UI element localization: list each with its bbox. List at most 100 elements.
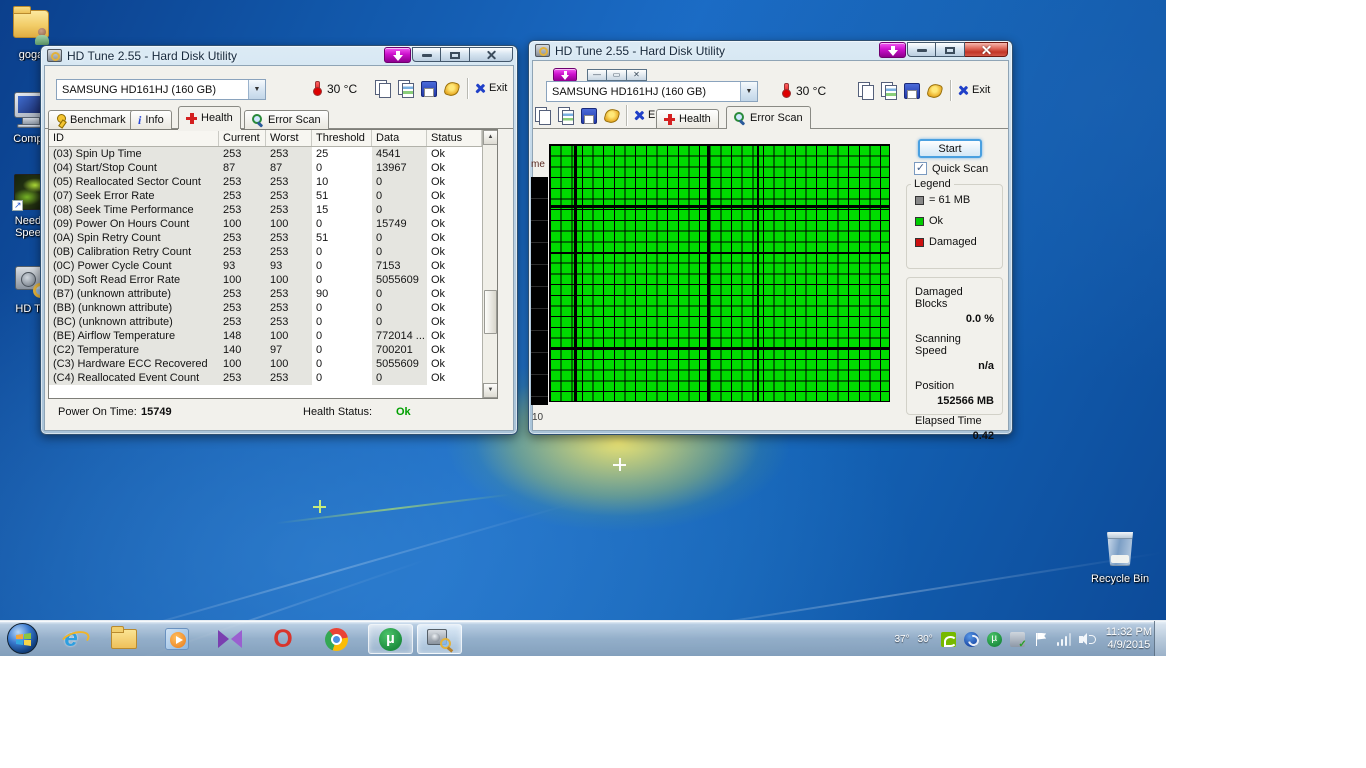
col-header-data[interactable]: Data	[372, 130, 427, 146]
close-button[interactable]	[470, 47, 513, 62]
tab-benchmark[interactable]: Benchmark	[48, 110, 134, 129]
copy-screenshot-icon[interactable]	[397, 80, 415, 97]
action-center-flag-icon[interactable]	[1033, 632, 1048, 647]
volume-icon[interactable]	[1079, 632, 1094, 647]
smart-table-row[interactable]: (04) Start/Stop Count 87 87 0 13967 Ok	[49, 161, 497, 175]
taskbar-opera[interactable]: O	[262, 624, 304, 654]
smart-table-row[interactable]: (0D) Soft Read Error Rate 100 100 0 5055…	[49, 273, 497, 287]
blue-app-tray-icon[interactable]	[964, 632, 979, 647]
hd-tune-icon	[427, 627, 453, 651]
scrollbar-thumb[interactable]	[484, 290, 497, 334]
smart-table-row[interactable]: (09) Power On Hours Count 100 100 0 1574…	[49, 217, 497, 231]
shortcut-arrow-icon	[12, 200, 23, 211]
taskbar-media-player[interactable]	[156, 624, 198, 654]
copy-info-icon[interactable]	[374, 80, 392, 97]
tab-health[interactable]: Health	[656, 109, 719, 128]
tab-error-scan[interactable]: Error Scan	[244, 110, 329, 129]
taskbar-kmplayer[interactable]	[209, 624, 251, 654]
copy-screenshot-icon[interactable]	[880, 82, 898, 99]
tab-info[interactable]: i Info	[130, 110, 172, 129]
cell-id: (04) Start/Stop Count	[49, 161, 219, 175]
windows-flag-icon	[15, 631, 32, 648]
minimize-button[interactable]	[412, 47, 441, 62]
combo-dropdown-button[interactable]: ▼	[248, 80, 265, 99]
scan-stat-label: Position	[915, 380, 994, 392]
combo-dropdown-button[interactable]: ▼	[740, 82, 757, 101]
cell-status: Ok	[427, 203, 482, 217]
start-button[interactable]	[7, 623, 38, 654]
tab-health[interactable]: Health	[178, 106, 241, 129]
folder-icon	[111, 629, 137, 649]
maximize-button[interactable]	[441, 47, 470, 62]
smart-table-row[interactable]: (C4) Reallocated Event Count 253 253 0 0…	[49, 371, 497, 385]
copy-info-icon[interactable]	[857, 82, 875, 99]
taskbar-chrome[interactable]	[315, 624, 357, 654]
drive-selector-combo[interactable]: SAMSUNG HD161HJ (160 GB) ▼	[56, 79, 266, 100]
smart-table-row[interactable]: (0A) Spin Retry Count 253 253 51 0 Ok	[49, 231, 497, 245]
smart-table-row[interactable]: (07) Seek Error Rate 253 253 51 0 Ok	[49, 189, 497, 203]
cell-id: (0C) Power Cycle Count	[49, 259, 219, 273]
cell-threshold: 0	[312, 357, 372, 371]
cell-status: Ok	[427, 231, 482, 245]
show-desktop-button[interactable]	[1154, 621, 1166, 656]
taskbar-internet-explorer[interactable]: e	[50, 624, 92, 654]
smart-table-row[interactable]: (05) Reallocated Sector Count 253 253 10…	[49, 175, 497, 189]
smart-table-row[interactable]: (03) Spin Up Time 253 253 25 4541 Ok	[49, 147, 497, 161]
exit-button[interactable]: Exit	[958, 84, 990, 96]
scroll-down-button[interactable]: ▼	[483, 383, 498, 398]
taskbar: e O µ 37° 30° µ 11:32 PM	[0, 620, 1166, 656]
col-header-current[interactable]: Current	[219, 130, 266, 146]
maximize-button[interactable]	[936, 42, 965, 57]
caption-buttons	[412, 47, 513, 62]
start-scan-button[interactable]: Start	[918, 139, 982, 158]
col-header-status[interactable]: Status	[427, 130, 482, 146]
save-screenshot-icon[interactable]	[903, 82, 921, 99]
cell-threshold: 25	[312, 147, 372, 161]
smart-table-row[interactable]: (08) Seek Time Performance 253 253 15 0 …	[49, 203, 497, 217]
exit-x-icon	[958, 85, 968, 95]
minimize-button[interactable]	[907, 42, 936, 57]
table-scrollbar[interactable]: ▲ ▼	[482, 130, 497, 398]
checkmark-icon: ✓	[916, 162, 925, 174]
minimize-icon	[422, 54, 432, 57]
smart-table-row[interactable]: (C2) Temperature 140 97 0 700201 Ok	[49, 343, 497, 357]
cell-data: 0	[372, 175, 427, 189]
taskbar-windows-explorer[interactable]	[103, 624, 145, 654]
smart-table-row[interactable]: (0B) Calibration Retry Count 253 253 0 0…	[49, 245, 497, 259]
smart-table-row[interactable]: (C3) Hardware ECC Recovered 100 100 0 50…	[49, 357, 497, 371]
smart-table-row[interactable]: (BC) (unknown attribute) 253 253 0 0 Ok	[49, 315, 497, 329]
exit-button[interactable]: Exit	[475, 82, 507, 94]
smart-table-row[interactable]: (0C) Power Cycle Count 93 93 0 7153 Ok	[49, 259, 497, 273]
taskbar-utorrent[interactable]: µ	[368, 624, 413, 654]
close-button[interactable]	[965, 42, 1008, 57]
cell-worst: 100	[266, 329, 312, 343]
utorrent-tray-icon[interactable]: µ	[987, 632, 1002, 647]
smart-table-row[interactable]: (BB) (unknown attribute) 253 253 0 0 Ok	[49, 301, 497, 315]
drive-selector-combo[interactable]: SAMSUNG HD161HJ (160 GB) ▼	[546, 81, 758, 102]
desktop-icon-recycle-bin[interactable]: Recycle Bin	[1091, 530, 1149, 585]
tab-error-scan[interactable]: Error Scan	[726, 106, 811, 129]
clock[interactable]: 11:32 PM 4/9/2015	[1106, 626, 1152, 652]
cell-current: 148	[219, 329, 266, 343]
col-header-worst[interactable]: Worst	[266, 130, 312, 146]
download-accelerator-button[interactable]	[879, 42, 906, 58]
smart-table-row[interactable]: (B7) (unknown attribute) 253 253 90 0 Ok	[49, 287, 497, 301]
network-icon[interactable]	[1056, 632, 1071, 647]
screen: goga Compu Need f Speed HD Tu Recycle Bi…	[0, 0, 1366, 768]
col-header-id[interactable]: ID	[49, 130, 219, 146]
save-screenshot-icon[interactable]	[420, 80, 438, 97]
ghost-grid-line	[550, 205, 889, 208]
download-accelerator-button[interactable]	[384, 47, 411, 63]
nvidia-tray-icon[interactable]	[941, 632, 956, 647]
cell-id: (05) Reallocated Sector Count	[49, 175, 219, 189]
scroll-up-button[interactable]: ▲	[483, 130, 498, 145]
window-title: HD Tune 2.55 - Hard Disk Utility	[555, 44, 725, 58]
quick-scan-checkbox[interactable]: ✓	[914, 162, 927, 175]
cell-current: 253	[219, 315, 266, 329]
usb-eject-icon[interactable]	[1010, 632, 1025, 647]
error-scan-block-grid[interactable]	[549, 144, 890, 402]
taskbar-hd-tune[interactable]	[417, 624, 462, 654]
cell-status: Ok	[427, 301, 482, 315]
smart-table-row[interactable]: (BE) Airflow Temperature 148 100 0 77201…	[49, 329, 497, 343]
col-header-threshold[interactable]: Threshold	[312, 130, 372, 146]
